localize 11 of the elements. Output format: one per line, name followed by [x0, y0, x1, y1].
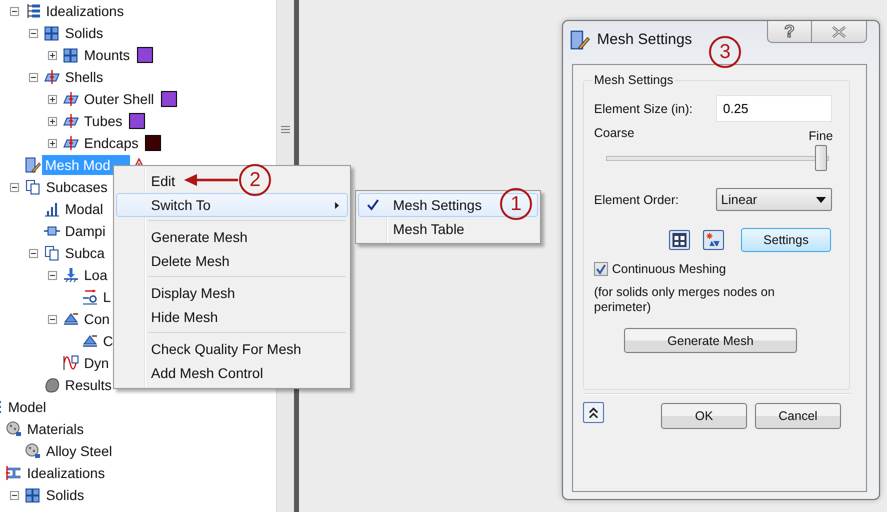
- checkbox-label: Continuous Meshing: [612, 262, 726, 276]
- window-title: Mesh Settings: [597, 31, 692, 48]
- group-title: Mesh Settings: [593, 73, 674, 87]
- callout-marker: 3: [709, 36, 741, 68]
- field-label: Element Size (in):: [594, 102, 694, 116]
- slider-label: Coarse: [594, 126, 634, 142]
- callout-marker: 2: [239, 164, 271, 196]
- field-label: Element Order:: [594, 192, 680, 206]
- callout-marker: 1: [500, 188, 532, 220]
- slider-label: Fine: [808, 129, 833, 143]
- note-text: (for solids only merges nodes on perimeter): [594, 285, 776, 315]
